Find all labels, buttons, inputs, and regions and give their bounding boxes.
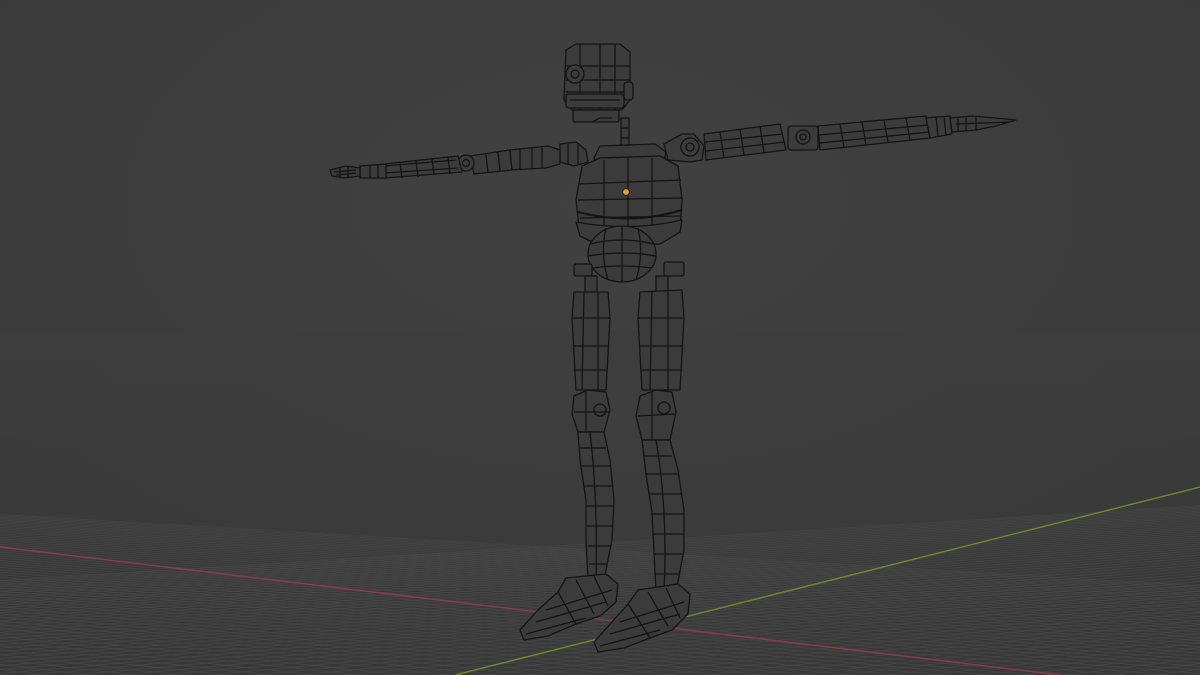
viewport-canvas[interactable]	[0, 0, 1200, 675]
robot-neck	[620, 117, 630, 149]
object-origin-dot	[622, 188, 630, 196]
3d-viewport[interactable]	[0, 0, 1200, 675]
